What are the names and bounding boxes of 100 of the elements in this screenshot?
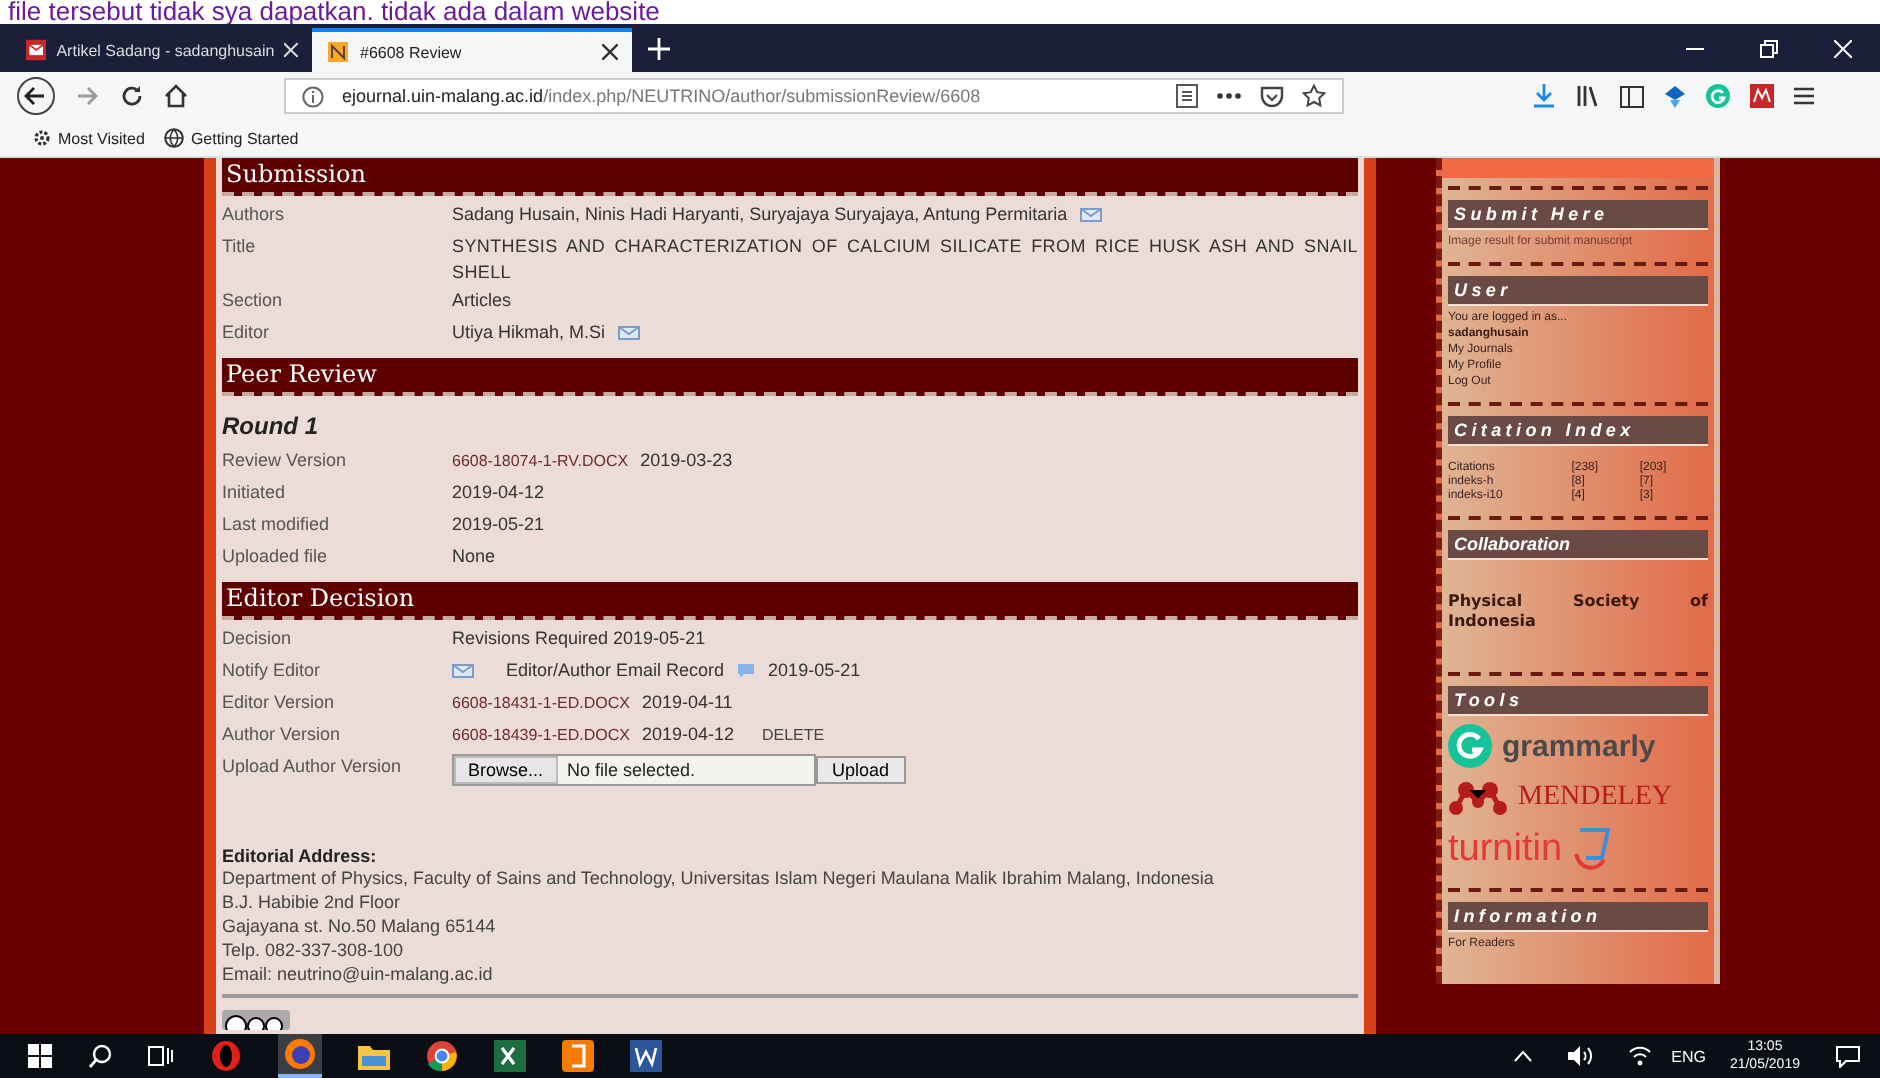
delete-link[interactable]: DELETE <box>761 722 825 748</box>
home-icon[interactable] <box>164 84 188 108</box>
folder-icon[interactable] <box>358 1042 390 1070</box>
sidebar-heading: Information <box>1448 902 1708 932</box>
section-heading: Editor Decision <box>222 582 1358 620</box>
extension-icon[interactable] <box>1750 84 1774 108</box>
page-icon <box>326 40 350 64</box>
field-value: Sadang Husain, Ninis Hadi Haryanti, Suryajaya Suryajaya, Antung Permitaria <box>452 202 1068 228</box>
spreadsheet-icon[interactable] <box>494 1040 526 1072</box>
library-icon[interactable] <box>1576 84 1600 108</box>
browser-tab[interactable]: Artikel Sadang - sadanghusain <box>12 28 312 72</box>
address-line: Gajayana st. No.50 Malang 65144 <box>222 914 498 938</box>
sidebar-heading: Citation Index <box>1448 416 1708 446</box>
download-icon[interactable] <box>1532 84 1556 108</box>
wifi-icon[interactable] <box>1627 1046 1652 1066</box>
grammarly-logo-text: grammarly <box>1502 729 1656 763</box>
file-link[interactable]: 6608-18074-1-RV.DOCX <box>452 448 629 474</box>
app-icon[interactable] <box>562 1040 594 1072</box>
task-view-icon[interactable] <box>148 1044 174 1068</box>
menu-icon[interactable] <box>1794 86 1814 106</box>
info-icon <box>302 85 324 107</box>
star-icon[interactable] <box>1302 84 1326 108</box>
round-heading: Round 1 <box>222 410 320 444</box>
url-text: ejournal.uin-malang.ac.id/index.php/NEUTRINO/author/submissionReview/6608 <box>342 86 981 106</box>
field-value: 2019-04-12 <box>452 480 545 506</box>
caption-text: file tersebut tidak sya dapatkan. tidak ada dalam website <box>8 0 660 24</box>
chrome-icon[interactable] <box>426 1040 458 1072</box>
word-icon[interactable] <box>630 1040 662 1072</box>
plus-icon[interactable] <box>648 38 670 60</box>
address-heading: Editorial Address: <box>222 846 379 866</box>
speaker-icon[interactable] <box>1567 1046 1592 1066</box>
notification-icon[interactable] <box>1836 1045 1860 1067</box>
field-value: Articles <box>452 288 512 314</box>
section-heading: Peer Review <box>222 358 1358 396</box>
opera-icon[interactable] <box>210 1040 242 1072</box>
mail-icon <box>26 38 47 62</box>
pocket-icon[interactable] <box>1260 85 1284 107</box>
field-value: 2019-05-21 <box>452 512 545 538</box>
firefox-icon[interactable] <box>284 1038 316 1070</box>
email-record-link[interactable]: Editor/Author Email Record <box>506 658 725 684</box>
field-value: SYNTHESIS AND CHARACTERIZATION OF CALCIUM SILICATE FROM RICE HUSK ASH AND SNAIL SHELL <box>452 234 1358 286</box>
field-value: None <box>452 544 496 570</box>
field-label: Review Version <box>222 448 349 474</box>
restore-icon[interactable] <box>1760 40 1778 58</box>
field-label: Notify Editor <box>222 658 323 684</box>
turnitin-logo-icon <box>1572 826 1613 874</box>
sidebar-heading: Tools <box>1448 686 1708 716</box>
file-date: 2019-03-23 <box>640 448 733 474</box>
sidebar-heading: User <box>1448 276 1708 306</box>
address-line: Department of Physics, Faculty of Sains and Technology, Universitas Islam Negeri Maulana Malik Ibrahim Malang, Indonesia <box>222 866 1216 890</box>
address-line: Email: neutrino@uin-malang.ac.id <box>222 962 495 986</box>
close-icon[interactable] <box>602 44 618 60</box>
windows-start-icon[interactable] <box>28 1044 52 1068</box>
back-icon[interactable] <box>16 76 56 116</box>
sidebar-heading: Collaboration <box>1448 530 1708 560</box>
field-label: Editor <box>222 320 272 346</box>
comment-icon <box>736 662 757 680</box>
language-indicator[interactable]: ENG <box>1671 1047 1706 1065</box>
file-link[interactable]: 6608-18431-1-ED.DOCX <box>452 690 630 716</box>
file-date: 2019-04-11 <box>641 690 733 716</box>
section-heading: Submission <box>222 158 1358 196</box>
field-value: Revisions Required 2019-05-21 <box>452 626 706 652</box>
mendeley-logo-text: MENDELEY <box>1518 782 1672 814</box>
reader-view-icon[interactable] <box>1176 84 1198 108</box>
collaboration-text: Physical Society of Indonesia <box>1448 590 1708 634</box>
turnitin-logo-text: turnitin <box>1448 828 1563 872</box>
more-icon[interactable] <box>1216 92 1242 100</box>
field-label: Section <box>222 288 285 314</box>
field-label: Last modified <box>222 512 332 538</box>
address-line: B.J. Habibie 2nd Floor <box>222 890 403 914</box>
file-link[interactable]: 6608-18439-1-ED.DOCX <box>452 722 630 748</box>
browse-button[interactable]: Browse... <box>454 756 558 784</box>
extension-icon[interactable] <box>1664 85 1686 107</box>
field-label: Initiated <box>222 480 288 506</box>
sidebar-heading: Submit Here <box>1448 200 1708 230</box>
mendeley-logo-icon <box>1448 780 1508 816</box>
bookmark-link[interactable]: Most Visited <box>32 128 145 148</box>
field-label: Title <box>222 234 258 260</box>
record-date: 2019-05-21 <box>768 658 861 684</box>
field-label: Authors <box>222 202 287 228</box>
address-bar[interactable]: ejournal.uin-malang.ac.id/index.php/NEUTRINO/author/submissionReview/6608 <box>284 78 1344 114</box>
upload-button[interactable]: Upload <box>816 756 906 784</box>
reload-icon[interactable] <box>120 84 144 108</box>
license-badge-icon[interactable] <box>222 1010 290 1030</box>
tab-title: #6608 Review <box>360 43 464 61</box>
tab-title: Artikel Sadang - sadanghusain <box>56 41 275 59</box>
file-status: No file selected. <box>565 757 696 783</box>
browser-tab[interactable]: #6608 Review <box>312 28 632 72</box>
file-date: 2019-04-12 <box>641 722 734 748</box>
bookmark-link[interactable]: Getting Started <box>164 128 299 148</box>
forward-icon[interactable] <box>76 84 100 108</box>
caret-icon[interactable] <box>1513 1050 1532 1062</box>
file-input[interactable]: Browse... No file selected. <box>452 754 816 786</box>
address-line: Telp. 082-337-308-100 <box>222 938 406 962</box>
globe-icon <box>164 128 185 148</box>
field-label: Uploaded file <box>222 544 330 570</box>
grammarly-logo-icon <box>1448 724 1492 768</box>
sidebar-icon[interactable] <box>1620 85 1644 107</box>
field-value: Utiya Hikmah, M.Si <box>452 320 606 346</box>
search-icon[interactable] <box>88 1044 112 1068</box>
